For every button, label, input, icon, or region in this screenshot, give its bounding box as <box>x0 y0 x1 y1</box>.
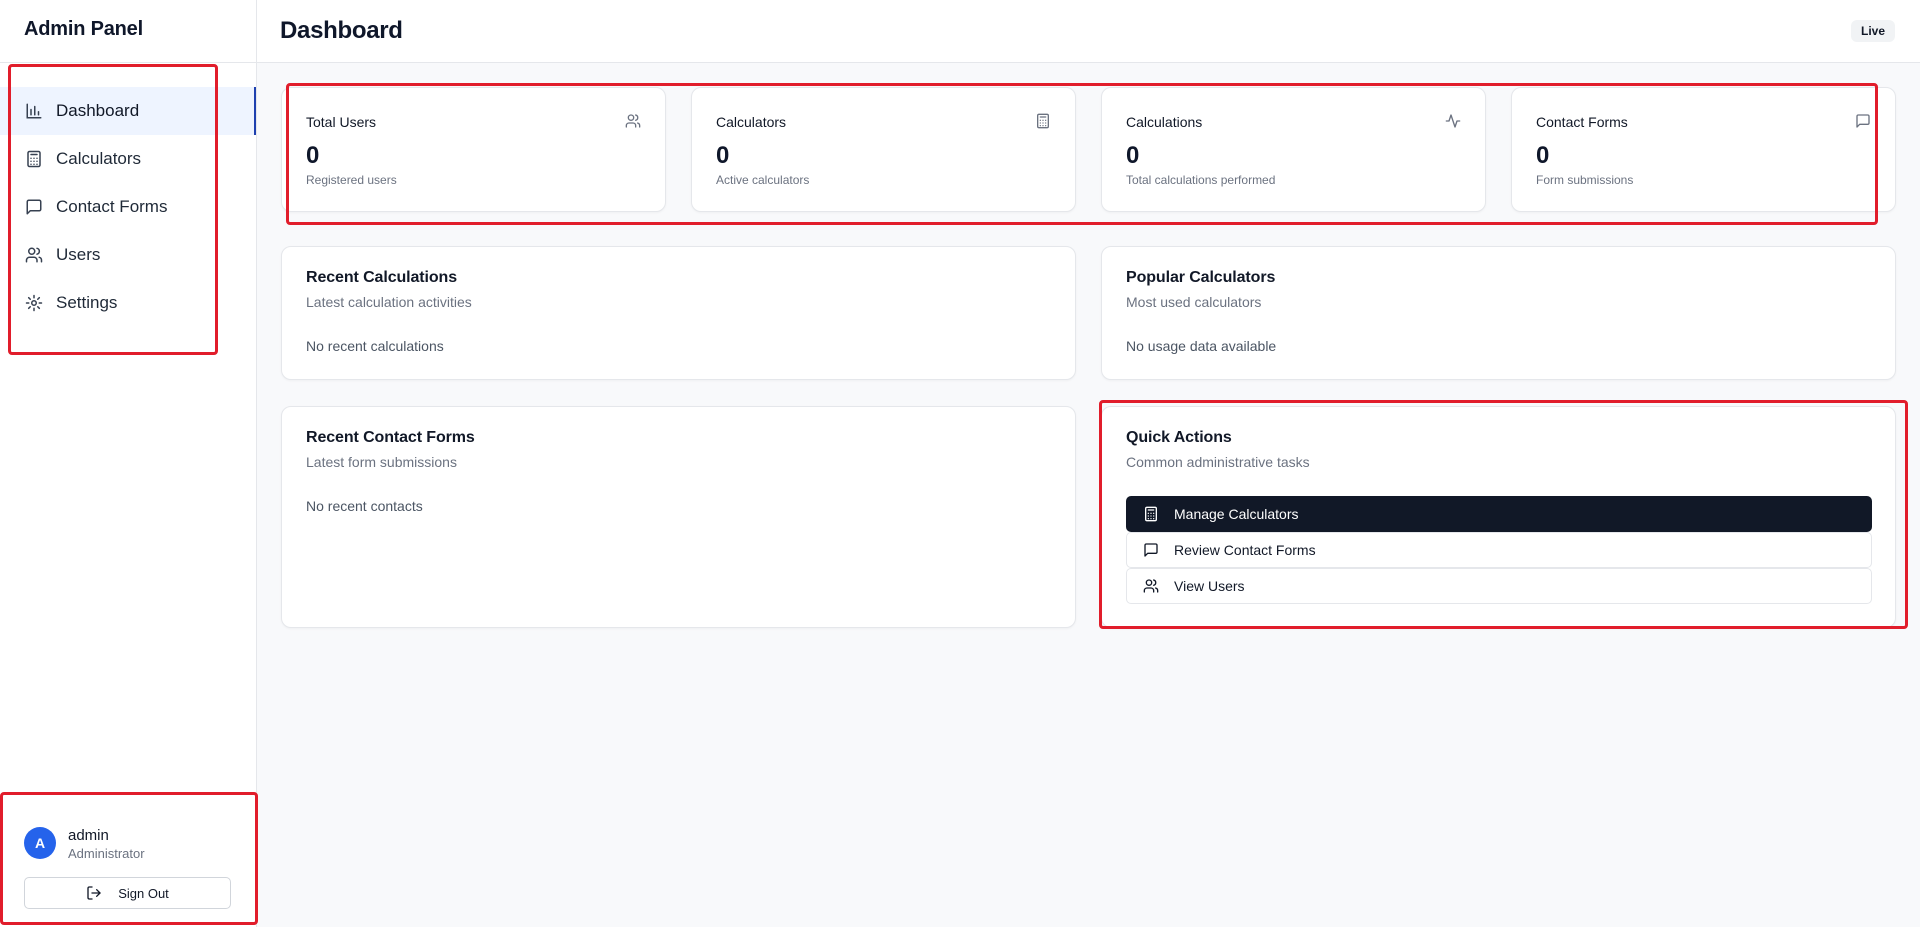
user-role: Administrator <box>68 846 145 861</box>
users-icon <box>24 245 44 265</box>
stat-value: 0 <box>1126 142 1140 169</box>
panel-subtitle: Common administrative tasks <box>1126 454 1310 470</box>
stat-title: Total Users <box>306 114 377 130</box>
user-profile: A admin Administrator Sign Out <box>0 793 256 927</box>
sign-out-button[interactable]: Sign Out <box>24 877 231 909</box>
stat-card-contact-forms: Contact Forms 0 Form submissions <box>1511 87 1896 212</box>
brand-title: Admin Panel <box>24 18 143 40</box>
calculator-icon <box>24 149 44 169</box>
message-square-icon <box>1855 113 1873 131</box>
stat-card-total-users: Total Users 0 Registered users <box>281 87 666 212</box>
recent-calculations-panel: Recent Calculations Latest calculation a… <box>281 246 1076 380</box>
panel-subtitle: Latest form submissions <box>306 454 457 470</box>
sidebar: Admin Panel Dashboard Calculators Contac… <box>0 0 257 927</box>
stat-description: Form submissions <box>1536 173 1634 187</box>
message-square-icon <box>1143 542 1159 558</box>
sidebar-item-calculators[interactable]: Calculators <box>0 135 256 183</box>
panel-subtitle: Most used calculators <box>1126 294 1262 310</box>
panel-title: Recent Calculations <box>306 269 458 286</box>
sidebar-item-label: Settings <box>56 293 118 312</box>
empty-state: No recent contacts <box>306 498 423 514</box>
stat-card-calculators: Calculators 0 Active calculators <box>691 87 1076 212</box>
panel-subtitle: Latest calculation activities <box>306 294 472 310</box>
stat-value: 0 <box>306 142 320 169</box>
empty-state: No usage data available <box>1126 338 1277 354</box>
sidebar-item-label: Contact Forms <box>56 197 168 216</box>
user-name: admin <box>68 827 109 844</box>
stat-description: Active calculators <box>716 173 810 187</box>
log-out-icon <box>86 885 102 901</box>
view-users-button[interactable]: View Users <box>1126 568 1872 604</box>
panel-title: Quick Actions <box>1126 429 1232 446</box>
button-label: View Users <box>1174 578 1245 594</box>
panel-title: Popular Calculators <box>1126 269 1276 286</box>
page-title: Dashboard <box>280 17 403 44</box>
stat-card-calculations: Calculations 0 Total calculations perfor… <box>1101 87 1486 212</box>
stat-title: Calculators <box>716 114 787 130</box>
sidebar-divider <box>0 62 256 63</box>
popular-calculators-panel: Popular Calculators Most used calculator… <box>1101 246 1896 380</box>
sidebar-item-users[interactable]: Users <box>0 231 256 279</box>
avatar: A <box>24 827 56 859</box>
stat-title: Contact Forms <box>1536 114 1628 130</box>
manage-calculators-button[interactable]: Manage Calculators <box>1126 496 1872 532</box>
message-square-icon <box>24 197 44 217</box>
status-badge: Live <box>1850 20 1895 42</box>
recent-contact-forms-panel: Recent Contact Forms Latest form submiss… <box>281 406 1076 628</box>
sidebar-item-label: Users <box>56 245 101 264</box>
sidebar-item-dashboard[interactable]: Dashboard <box>0 87 256 135</box>
button-label: Manage Calculators <box>1174 506 1299 522</box>
button-label: Review Contact Forms <box>1174 542 1316 558</box>
stat-value: 0 <box>1536 142 1550 169</box>
quick-actions-panel: Quick Actions Common administrative task… <box>1101 406 1896 628</box>
calculator-icon <box>1035 113 1053 131</box>
empty-state: No recent calculations <box>306 338 444 354</box>
sidebar-item-label: Calculators <box>56 149 142 168</box>
sign-out-label: Sign Out <box>118 885 169 901</box>
users-icon <box>1143 578 1159 594</box>
sidebar-nav: Dashboard Calculators Contact Forms User… <box>0 87 256 327</box>
sidebar-item-contact-forms[interactable]: Contact Forms <box>0 183 256 231</box>
calculator-icon <box>1143 506 1159 522</box>
activity-icon <box>1445 113 1463 131</box>
panel-title: Recent Contact Forms <box>306 429 475 446</box>
review-contact-forms-button[interactable]: Review Contact Forms <box>1126 532 1872 568</box>
users-icon <box>625 113 643 131</box>
stat-value: 0 <box>716 142 730 169</box>
gear-icon <box>24 293 44 313</box>
stat-description: Total calculations performed <box>1126 173 1276 187</box>
header: Dashboard Live <box>257 0 1920 63</box>
bar-chart-icon <box>24 101 44 121</box>
sidebar-item-label: Dashboard <box>56 101 140 120</box>
stat-title: Calculations <box>1126 114 1203 130</box>
sidebar-item-settings[interactable]: Settings <box>0 279 256 327</box>
stat-description: Registered users <box>306 173 397 187</box>
